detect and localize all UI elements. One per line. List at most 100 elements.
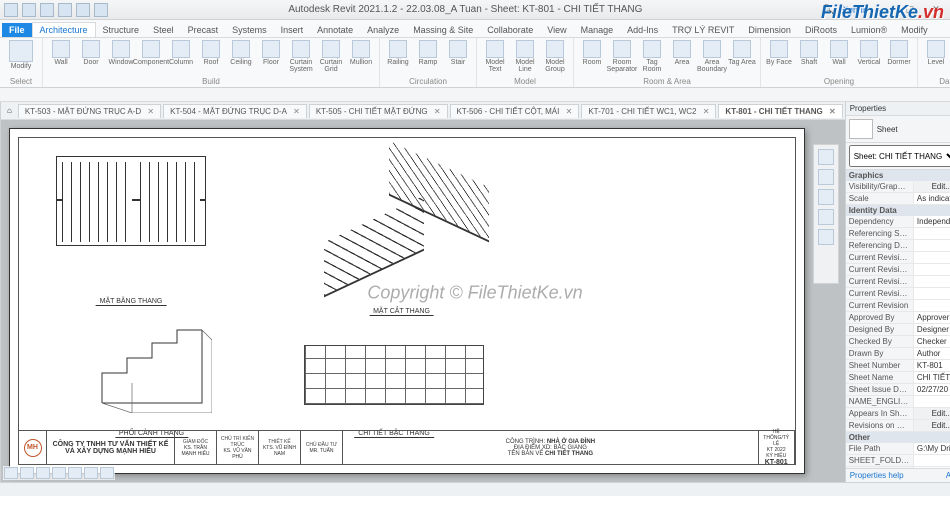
ribbon-tab-view[interactable]: View [540, 23, 573, 37]
railing-button[interactable]: Railing [384, 40, 412, 66]
level-button[interactable]: Level [922, 40, 950, 66]
close-tab-icon[interactable]: ✕ [291, 107, 300, 116]
ribbon-tab-analyze[interactable]: Analyze [360, 23, 406, 37]
ribbon-tab-lumion-[interactable]: Lumion® [844, 23, 894, 37]
door-button[interactable]: Door [77, 40, 105, 73]
property-row[interactable]: Current Revision... [846, 288, 950, 300]
viewport-detail[interactable]: CHI TIẾT BẬC THANG [284, 333, 504, 428]
ribbon-tab-add-ins[interactable]: Add-Ins [620, 23, 665, 37]
property-value[interactable] [914, 288, 950, 299]
property-row[interactable]: Sheet NameCHI TIẾT THANG [846, 372, 950, 384]
property-row[interactable]: NAME_ENGLISH [846, 396, 950, 408]
window-button[interactable]: Window [107, 40, 135, 73]
ribbon-tab-systems[interactable]: Systems [225, 23, 274, 37]
ribbon-tab-dimension[interactable]: Dimension [741, 23, 798, 37]
vertical-button[interactable]: Vertical [855, 40, 883, 66]
close-tab-icon[interactable]: ✕ [827, 107, 836, 116]
wall-button[interactable]: Wall [825, 40, 853, 66]
print-icon[interactable] [94, 3, 108, 17]
property-row[interactable]: Current Revision [846, 300, 950, 312]
ribbon-tab-tr-l-revit[interactable]: TRỢ LÝ REVIT [665, 23, 741, 37]
property-row[interactable]: File PathG:\My Drive\4.O... [846, 443, 950, 455]
pan-icon[interactable] [818, 189, 834, 205]
wall-button[interactable]: Wall [47, 40, 75, 73]
ribbon-tab-architecture[interactable]: Architecture [32, 22, 96, 37]
tag-area-button[interactable]: Tag Area [728, 40, 756, 73]
drawing-area[interactable]: MẶT BẰNG THANG MẶT CẮT THANG [1, 120, 845, 482]
property-value[interactable]: 02/27/20 [914, 384, 950, 395]
close-tab-icon[interactable]: ✕ [700, 107, 709, 116]
full-nav-wheel-icon[interactable] [818, 169, 834, 185]
property-row[interactable]: Current Revision... [846, 252, 950, 264]
close-tab-icon[interactable]: ✕ [432, 107, 441, 116]
roof-button[interactable]: Roof [197, 40, 225, 73]
area-button[interactable]: Area [668, 40, 696, 73]
save-icon[interactable] [40, 3, 54, 17]
property-value[interactable] [914, 228, 950, 239]
view-tab[interactable]: KT-505 - CHI TIẾT MẶT ĐỨNG ✕ [309, 104, 448, 118]
edit-button[interactable]: Edit... [914, 420, 950, 431]
property-row[interactable]: Approved ByApprover [846, 312, 950, 324]
property-row[interactable]: Referencing Det... [846, 240, 950, 252]
view-tab[interactable]: KT-506 - CHI TIẾT CỘT, MÁI ✕ [450, 104, 580, 118]
close-tab-icon[interactable]: ✕ [145, 107, 154, 116]
property-value[interactable] [914, 300, 950, 311]
property-value[interactable]: Designer [914, 324, 950, 335]
ribbon-tab-steel[interactable]: Steel [146, 23, 181, 37]
by-face-button[interactable]: By Face [765, 40, 793, 66]
minimize-button[interactable]: — [874, 3, 894, 17]
curtain-grid-button[interactable]: Curtain Grid [317, 40, 345, 73]
ribbon-tab-structure[interactable]: Structure [96, 23, 147, 37]
component-button[interactable]: Component [137, 40, 165, 73]
property-value[interactable] [914, 240, 950, 251]
property-row[interactable]: Current Revision... [846, 264, 950, 276]
property-row[interactable]: Current Revision... [846, 276, 950, 288]
scale-icon[interactable] [4, 467, 18, 479]
redo-icon[interactable] [76, 3, 90, 17]
property-value[interactable]: Checker [914, 336, 950, 347]
search-icon[interactable]: 🔍 [823, 4, 834, 15]
ribbon-tab-precast[interactable]: Precast [181, 23, 226, 37]
shadows-icon[interactable] [68, 467, 82, 479]
room-button[interactable]: Room [578, 40, 606, 73]
property-row[interactable]: Drawn ByAuthor [846, 348, 950, 360]
ribbon-tab-insert[interactable]: Insert [274, 23, 311, 37]
property-row[interactable]: Sheet Issue Date02/27/20 [846, 384, 950, 396]
properties-grid[interactable]: GraphicsVisibility/Graphi...Edit...Scale… [846, 170, 950, 468]
hide-isolate-icon[interactable] [100, 467, 114, 479]
orbit-icon[interactable] [818, 229, 834, 245]
property-row[interactable]: Referencing Sh... [846, 228, 950, 240]
instance-selector[interactable]: Sheet: CHI TIẾT THANG [849, 145, 950, 167]
property-value[interactable] [914, 396, 950, 407]
viewport-section[interactable]: MẶT CẮT THANG [294, 146, 509, 306]
ribbon-tab-manage[interactable]: Manage [574, 23, 621, 37]
close-tab-icon[interactable]: ✕ [563, 107, 572, 116]
visual-style-icon[interactable] [36, 467, 50, 479]
model-line-button[interactable]: Model Line [511, 40, 539, 73]
property-value[interactable]: KT-801 [914, 360, 950, 371]
dormer-button[interactable]: Dormer [885, 40, 913, 66]
viewport-plan[interactable]: MẶT BẰNG THANG [31, 146, 231, 296]
property-value[interactable]: Independent [914, 216, 950, 227]
property-value[interactable]: Author [914, 348, 950, 359]
property-row[interactable]: DependencyIndependent [846, 216, 950, 228]
viewport-3d[interactable]: PHỐI CẢNH THANG [79, 313, 224, 428]
property-value[interactable]: As indicated [914, 193, 950, 204]
sun-path-icon[interactable] [52, 467, 66, 479]
column-button[interactable]: Column [167, 40, 195, 73]
property-row[interactable]: Sheet NumberKT-801 [846, 360, 950, 372]
property-row[interactable]: Designed ByDesigner [846, 324, 950, 336]
view-tab[interactable]: KT-503 - MẶT ĐỨNG TRỤC A-D ✕ [18, 104, 161, 118]
view-tab[interactable]: KT-504 - MẶT ĐỨNG TRỤC D-A ✕ [163, 104, 307, 118]
model-group-button[interactable]: Model Group [541, 40, 569, 73]
ribbon-tab-diroots[interactable]: DiRoots [798, 23, 844, 37]
curtain-system-button[interactable]: Curtain System [287, 40, 315, 73]
ribbon-tab-modify[interactable]: Modify [894, 23, 935, 37]
ribbon-tab-annotate[interactable]: Annotate [310, 23, 360, 37]
property-row[interactable]: Checked ByChecker [846, 336, 950, 348]
ribbon-tab-collaborate[interactable]: Collaborate [480, 23, 540, 37]
edit-button[interactable]: Edit... [914, 408, 950, 419]
mullion-button[interactable]: Mullion [347, 40, 375, 73]
view-tab[interactable]: KT-701 - CHI TIẾT WC1, WC2 ✕ [581, 104, 716, 118]
property-value[interactable]: G:\My Drive\4.O... [914, 443, 950, 454]
